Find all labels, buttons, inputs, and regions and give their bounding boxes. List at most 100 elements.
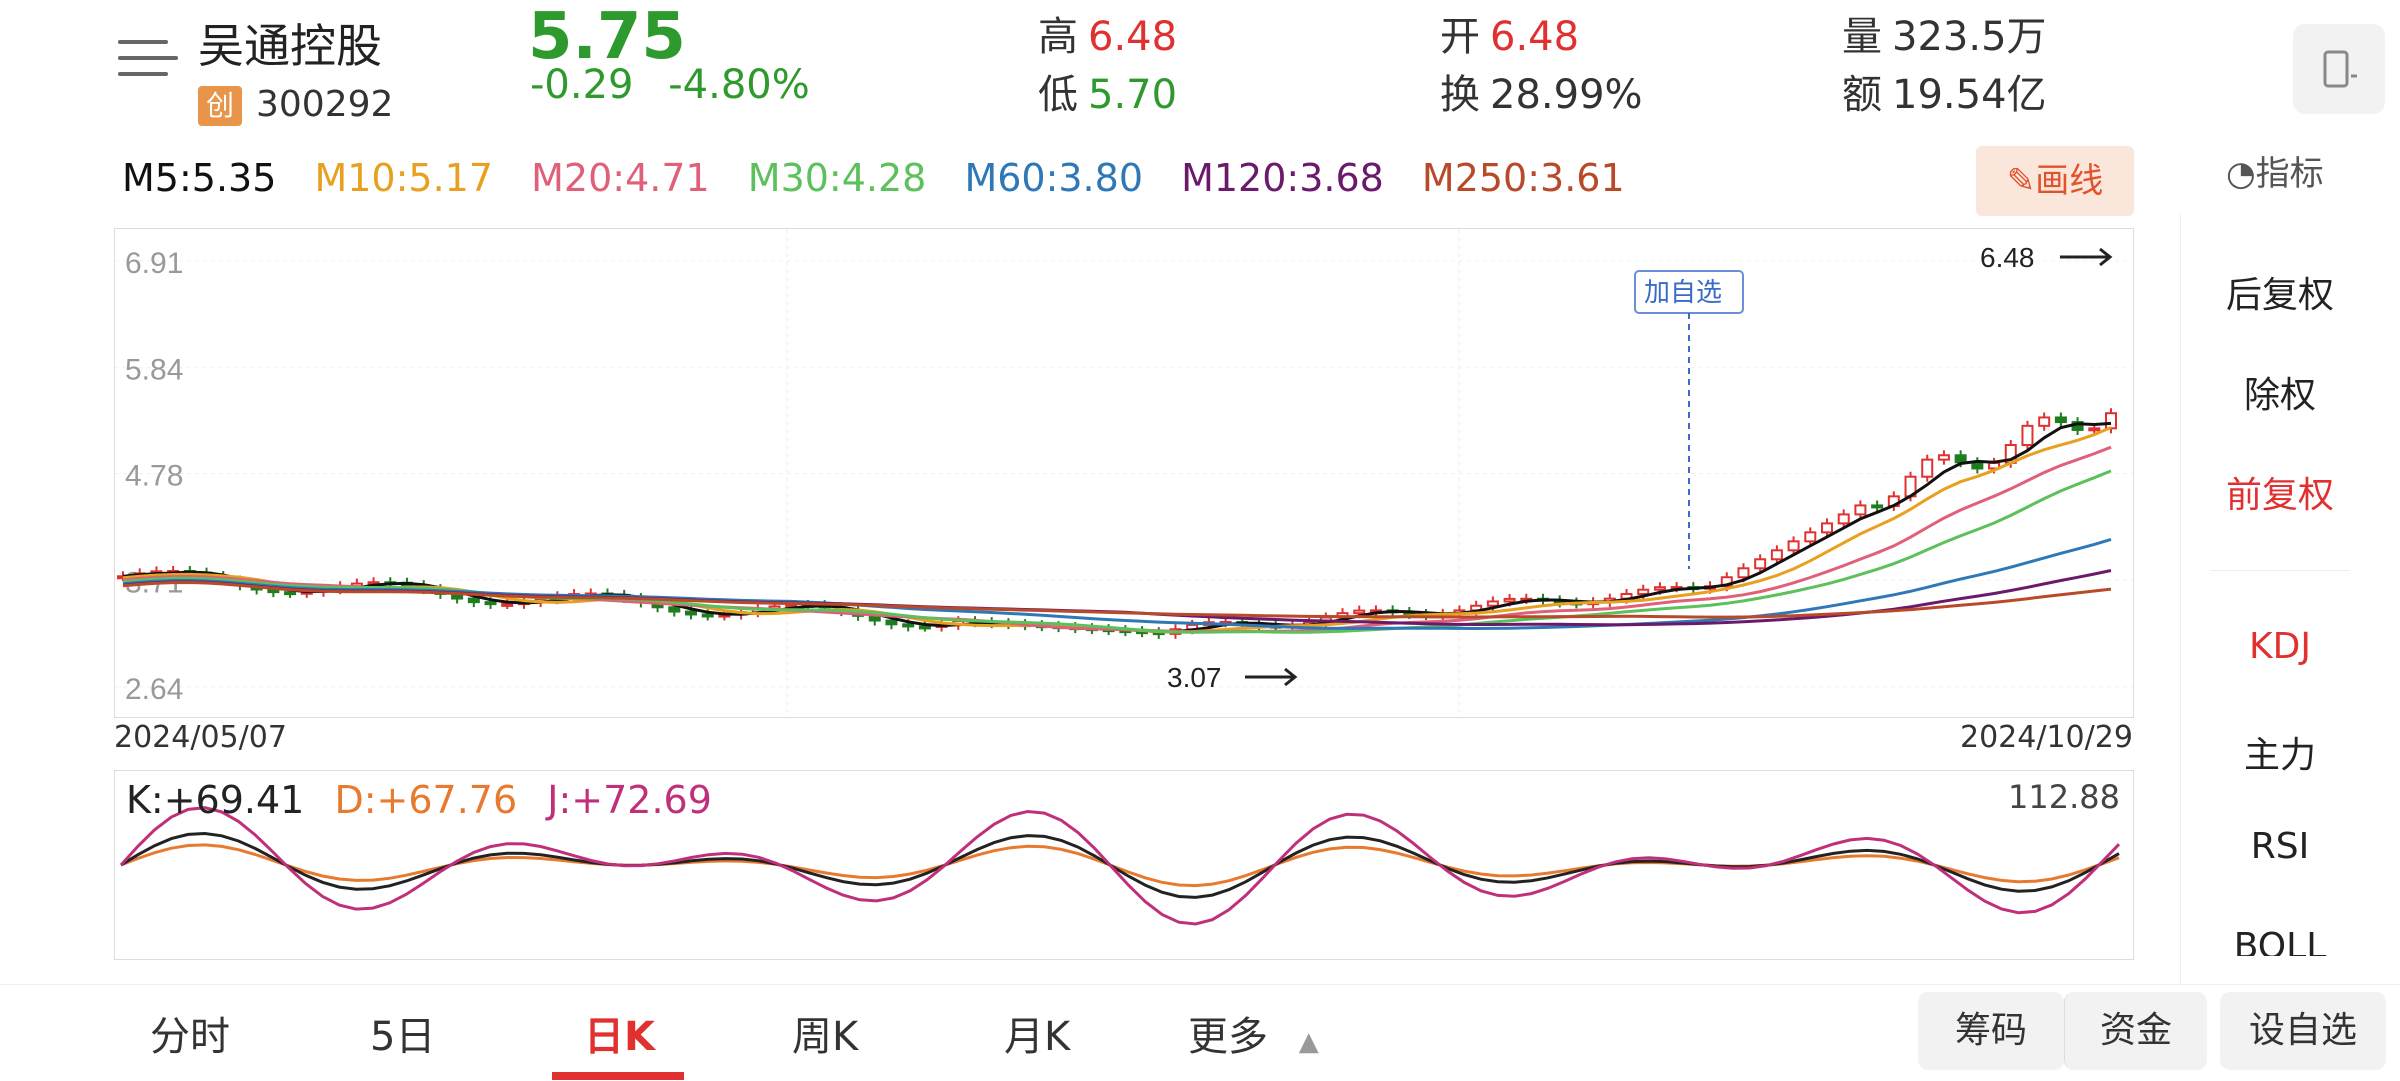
stat-amount-label: 额 [1842, 72, 1882, 118]
stat-turnover-value: 28.99% [1490, 72, 1643, 118]
kdj-max-label: 112.88 [2008, 778, 2120, 816]
candle-body [1503, 597, 1516, 603]
candle-body [685, 610, 697, 616]
candle-body [1821, 522, 1833, 534]
candle-body [2105, 412, 2117, 430]
stat-turnover-label: 换 [1440, 72, 1480, 118]
stat-volume: 量 323.5万 [1842, 4, 2047, 62]
tab-weekly-k[interactable]: 周K [792, 1004, 858, 1062]
candle-body [467, 597, 480, 604]
tab-more-label: 更多 [1188, 1014, 1268, 1060]
stat-low-label: 低 [1038, 72, 1078, 118]
stock-code: 300292 [256, 84, 394, 125]
kdj-j: J:+72.69 [547, 778, 712, 822]
kdj-line-k [120, 831, 2120, 899]
candle-body [1754, 558, 1767, 570]
pencil-icon: ✎ [2006, 161, 2036, 201]
stat-amount: 额 19.54亿 [1842, 62, 2047, 120]
candle-body [1837, 513, 1850, 525]
stat-low-value: 5.70 [1088, 72, 1178, 118]
candle-body [484, 601, 497, 606]
side-panel [2180, 214, 2381, 984]
kdj-k: K:+69.41 [126, 778, 305, 822]
change-value: -0.29 [530, 62, 634, 108]
stat-open-value: 6.48 [1490, 14, 1580, 60]
ma10-value: M10:5.17 [314, 156, 494, 200]
kdj-d: D:+67.76 [334, 778, 518, 822]
stat-open: 开 6.48 [1440, 4, 1579, 62]
stat-high: 高 6.48 [1038, 4, 1177, 62]
candle-body [501, 602, 514, 607]
candle-body [2054, 416, 2067, 424]
candle-body [284, 591, 297, 596]
candle-body [701, 613, 714, 618]
add-watch-button[interactable]: 设自选 [2220, 992, 2386, 1070]
board-badge: 创 [198, 86, 242, 126]
min-arrow [1245, 667, 1298, 687]
side-item-ex-rights[interactable]: 除权 [2180, 366, 2380, 418]
candle-body [668, 606, 681, 613]
candle-body [2088, 427, 2101, 432]
ma120-value: M120:3.68 [1181, 156, 1384, 200]
candle-body [1954, 454, 1967, 464]
change-percent: -4.80% [668, 62, 810, 108]
ma-line-m10 [122, 426, 2112, 634]
tab-daily-k[interactable]: 日K [584, 1004, 655, 1062]
tab-monthly-k[interactable]: 月K [1004, 1004, 1070, 1062]
menu-icon[interactable] [118, 40, 178, 90]
kline-chart[interactable]: 6.91 5.84 4.78 3.71 2.64 6.48 3.07 加自选 [114, 228, 2134, 718]
ma-line-m120 [122, 569, 2112, 627]
ma-legend: M5:5.35 M10:5.17 M20:4.71 M30:4.28 M60:3… [122, 156, 1651, 200]
stat-high-label: 高 [1038, 14, 1078, 60]
side-item-main-force[interactable]: 主力 [2180, 726, 2380, 778]
candle-body [1854, 504, 1867, 516]
candle-body [1787, 540, 1800, 552]
chips-button[interactable]: 筹码 [1918, 992, 2064, 1070]
side-item-kdj[interactable]: KDJ [2180, 626, 2380, 667]
draw-line-label: 画线 [2035, 161, 2104, 201]
candle-body [1921, 458, 1934, 478]
stat-turnover: 换 28.99% [1440, 62, 1643, 120]
device-toggle-button[interactable] [2293, 24, 2385, 114]
draw-line-button[interactable]: ✎画线 [1976, 146, 2134, 216]
stat-low: 低 5.70 [1038, 62, 1177, 120]
side-item-boll[interactable]: BOLL [2180, 926, 2380, 956]
tab-timeshare[interactable]: 分时 [150, 1004, 230, 1062]
side-divider [2210, 570, 2350, 571]
funds-button[interactable]: 资金 [2064, 992, 2207, 1070]
indicator-label: 指标 [2255, 154, 2324, 194]
candle-body [885, 619, 898, 626]
stat-open-label: 开 [1440, 14, 1480, 60]
phone-icon [2323, 50, 2357, 88]
ma30-value: M30:4.28 [747, 156, 927, 200]
kdj-legend: K:+69.41 D:+67.76 J:+72.69 [126, 778, 730, 822]
max-price-marker: 6.48 [1980, 242, 2035, 273]
tab-5day[interactable]: 5日 [370, 1004, 435, 1062]
candle-body [1653, 586, 1666, 591]
side-item-rsi[interactable]: RSI [2180, 826, 2380, 867]
side-item-pre-adjusted[interactable]: 前复权 [2180, 466, 2380, 518]
active-tab-indicator [552, 1072, 684, 1080]
candle-body [1353, 609, 1366, 615]
side-item-post-adjusted[interactable]: 后复权 [2180, 266, 2380, 318]
indicator-button[interactable]: ◔指标 [2226, 146, 2324, 195]
candle-body [1486, 600, 1499, 607]
ma-line-m5 [122, 421, 2112, 634]
kline-svg: 6.915.844.783.712.646.483.07加自选 [115, 229, 2133, 717]
candle-body [902, 623, 915, 628]
tab-more[interactable]: 更多 ▲ [1188, 1004, 1319, 1062]
ma5-value: M5:5.35 [122, 156, 277, 200]
stat-volume-value: 323.5万 [1892, 14, 2047, 60]
kdj-line-j [119, 806, 2121, 926]
date-start: 2024/05/07 [114, 720, 287, 755]
min-price-marker: 3.07 [1167, 662, 1222, 693]
y-tick-label: 5.84 [125, 354, 183, 387]
candle-body [1637, 588, 1650, 595]
stock-name: 吴通控股 [198, 19, 382, 73]
candle-body [1871, 504, 1884, 509]
candle-body [1770, 549, 1783, 561]
ma250-value: M250:3.61 [1421, 156, 1625, 200]
ma60-value: M60:3.80 [964, 156, 1143, 200]
candle-body [2021, 424, 2034, 447]
stat-volume-label: 量 [1842, 14, 1882, 60]
